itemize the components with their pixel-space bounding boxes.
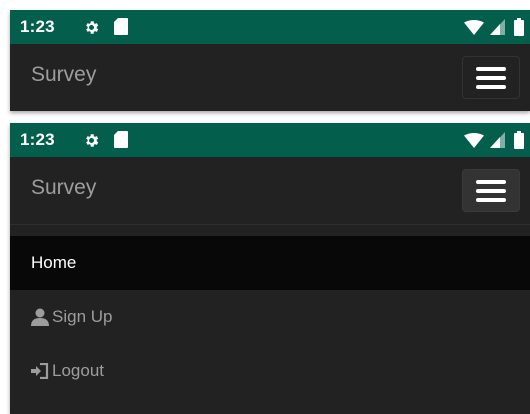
hamburger-menu-icon-bar xyxy=(476,85,506,89)
battery-icon xyxy=(514,18,524,36)
hamburger-menu-icon-bar xyxy=(476,198,506,202)
settings-gear-icon xyxy=(86,21,99,34)
sd-card-icon xyxy=(114,18,128,35)
user-icon xyxy=(31,308,49,326)
expanded-screen: 1:23 Survey Home Sign Up Logout xyxy=(10,123,530,414)
battery-icon xyxy=(514,131,524,149)
settings-gear-icon xyxy=(86,134,99,147)
nav-item-sign-up[interactable]: Sign Up xyxy=(10,290,530,344)
status-time: 1:23 xyxy=(20,130,55,149)
wifi-icon xyxy=(464,20,484,35)
menu-toggle-button[interactable] xyxy=(462,169,520,212)
wifi-icon xyxy=(464,133,484,148)
sd-card-icon xyxy=(114,131,128,148)
navbar: Survey xyxy=(10,44,530,111)
nav-menu: Home Sign Up Logout xyxy=(10,236,530,398)
collapsed-screen: 1:23 Survey xyxy=(10,10,530,111)
nav-item-label: Home xyxy=(31,253,77,272)
cell-signal-icon xyxy=(490,19,505,35)
nav-item-label: Logout xyxy=(52,361,104,380)
menu-toggle-button[interactable] xyxy=(462,56,520,99)
nav-item-label: Sign Up xyxy=(52,307,113,326)
navbar-brand[interactable]: Survey xyxy=(31,63,96,87)
hamburger-menu-icon-bar xyxy=(476,189,506,193)
status-bar: 1:23 xyxy=(10,10,530,44)
cell-signal-icon xyxy=(490,132,505,148)
hamburger-menu-icon xyxy=(476,67,506,71)
logout-icon xyxy=(31,363,49,379)
hamburger-menu-icon xyxy=(476,180,506,184)
navbar-brand[interactable]: Survey xyxy=(31,176,96,200)
hamburger-menu-icon-bar xyxy=(476,76,506,80)
status-bar: 1:23 xyxy=(10,123,530,157)
status-time: 1:23 xyxy=(20,17,55,36)
nav-item-home[interactable]: Home xyxy=(10,236,530,290)
nav-item-logout[interactable]: Logout xyxy=(10,344,530,398)
navbar: Survey xyxy=(10,157,530,225)
